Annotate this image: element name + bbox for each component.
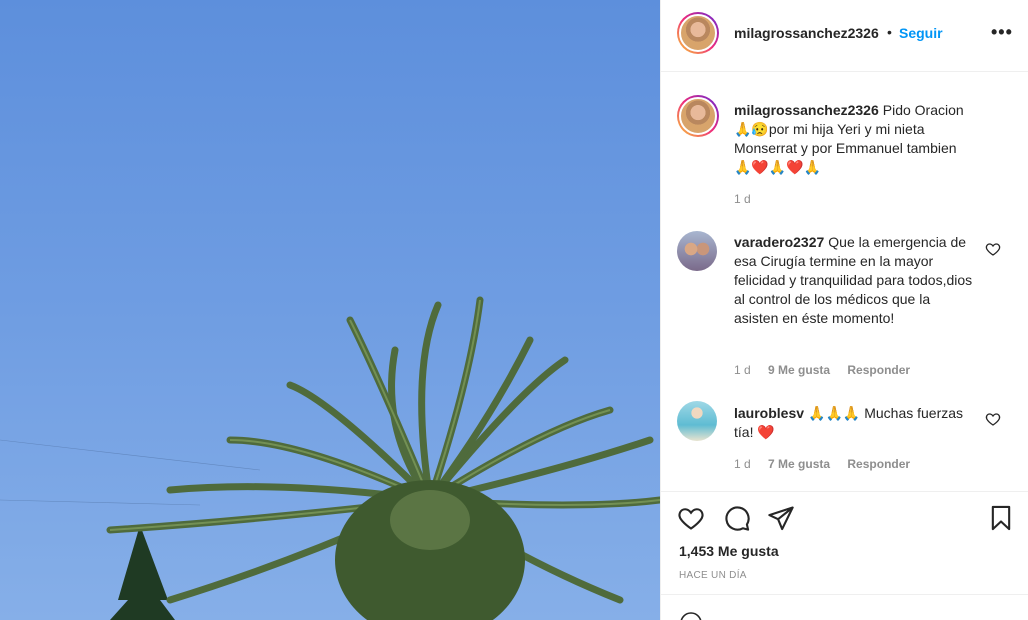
bookmark-icon[interactable] (987, 504, 1015, 532)
post-actions: 1,453 Me gusta Hace un día (661, 491, 1028, 594)
caption-time[interactable]: 1 d (734, 192, 751, 206)
follow-button[interactable]: Seguir (899, 25, 943, 41)
heart-icon[interactable] (677, 504, 705, 532)
comment-likes[interactable]: 7 Me gusta (768, 457, 830, 471)
caption-meta: 1 d (734, 192, 765, 206)
likes-count[interactable]: 1,453 Me gusta (679, 543, 779, 559)
comment-username[interactable]: lauroblesv (734, 405, 804, 421)
paper-plane-icon[interactable] (767, 504, 795, 532)
post-panel: milagrossanchez2326 • Seguir ••• milagro… (660, 0, 1028, 620)
commenter-avatar[interactable] (677, 231, 717, 271)
reply-button[interactable]: Responder (847, 457, 910, 471)
caption-avatar[interactable] (677, 95, 719, 137)
add-comment-bar[interactable] (661, 594, 1028, 620)
comment-username[interactable]: varadero2327 (734, 234, 824, 250)
reply-button[interactable]: Responder (847, 363, 910, 377)
more-icon[interactable]: ••• (991, 22, 1013, 43)
separator-dot: • (887, 24, 892, 40)
comment-icon[interactable] (723, 504, 751, 532)
commenter-avatar[interactable] (677, 401, 717, 441)
palm-tree-image (0, 296, 660, 620)
author-username[interactable]: milagrossanchez2326 (734, 25, 879, 41)
comment-meta: 1 d 7 Me gusta Responder (734, 457, 924, 471)
caption-text: milagrossanchez2326 Pido Oracion🙏😥por mi … (734, 101, 974, 177)
comment-meta: 1 d 9 Me gusta Responder (734, 363, 924, 377)
comment-heart-icon[interactable] (985, 241, 1001, 257)
post-photo[interactable] (0, 0, 660, 620)
emoji-icon[interactable] (679, 611, 703, 620)
author-avatar[interactable] (677, 12, 719, 54)
comment-time[interactable]: 1 d (734, 363, 751, 377)
comment-likes[interactable]: 9 Me gusta (768, 363, 830, 377)
post-time[interactable]: Hace un día (679, 570, 747, 581)
comments-list[interactable]: milagrossanchez2326 Pido Oracion🙏😥por mi … (661, 73, 1028, 491)
comment-time[interactable]: 1 d (734, 457, 751, 471)
caption-username[interactable]: milagrossanchez2326 (734, 102, 879, 118)
comment-heart-icon[interactable] (985, 411, 1001, 427)
comment-text: varadero2327 Que la emergencia de esa Cir… (734, 233, 974, 328)
post-header: milagrossanchez2326 • Seguir ••• (661, 0, 1028, 72)
comment-text: lauroblesv 🙏🙏🙏 Muchas fuerzas tía! ❤️ (734, 404, 974, 442)
